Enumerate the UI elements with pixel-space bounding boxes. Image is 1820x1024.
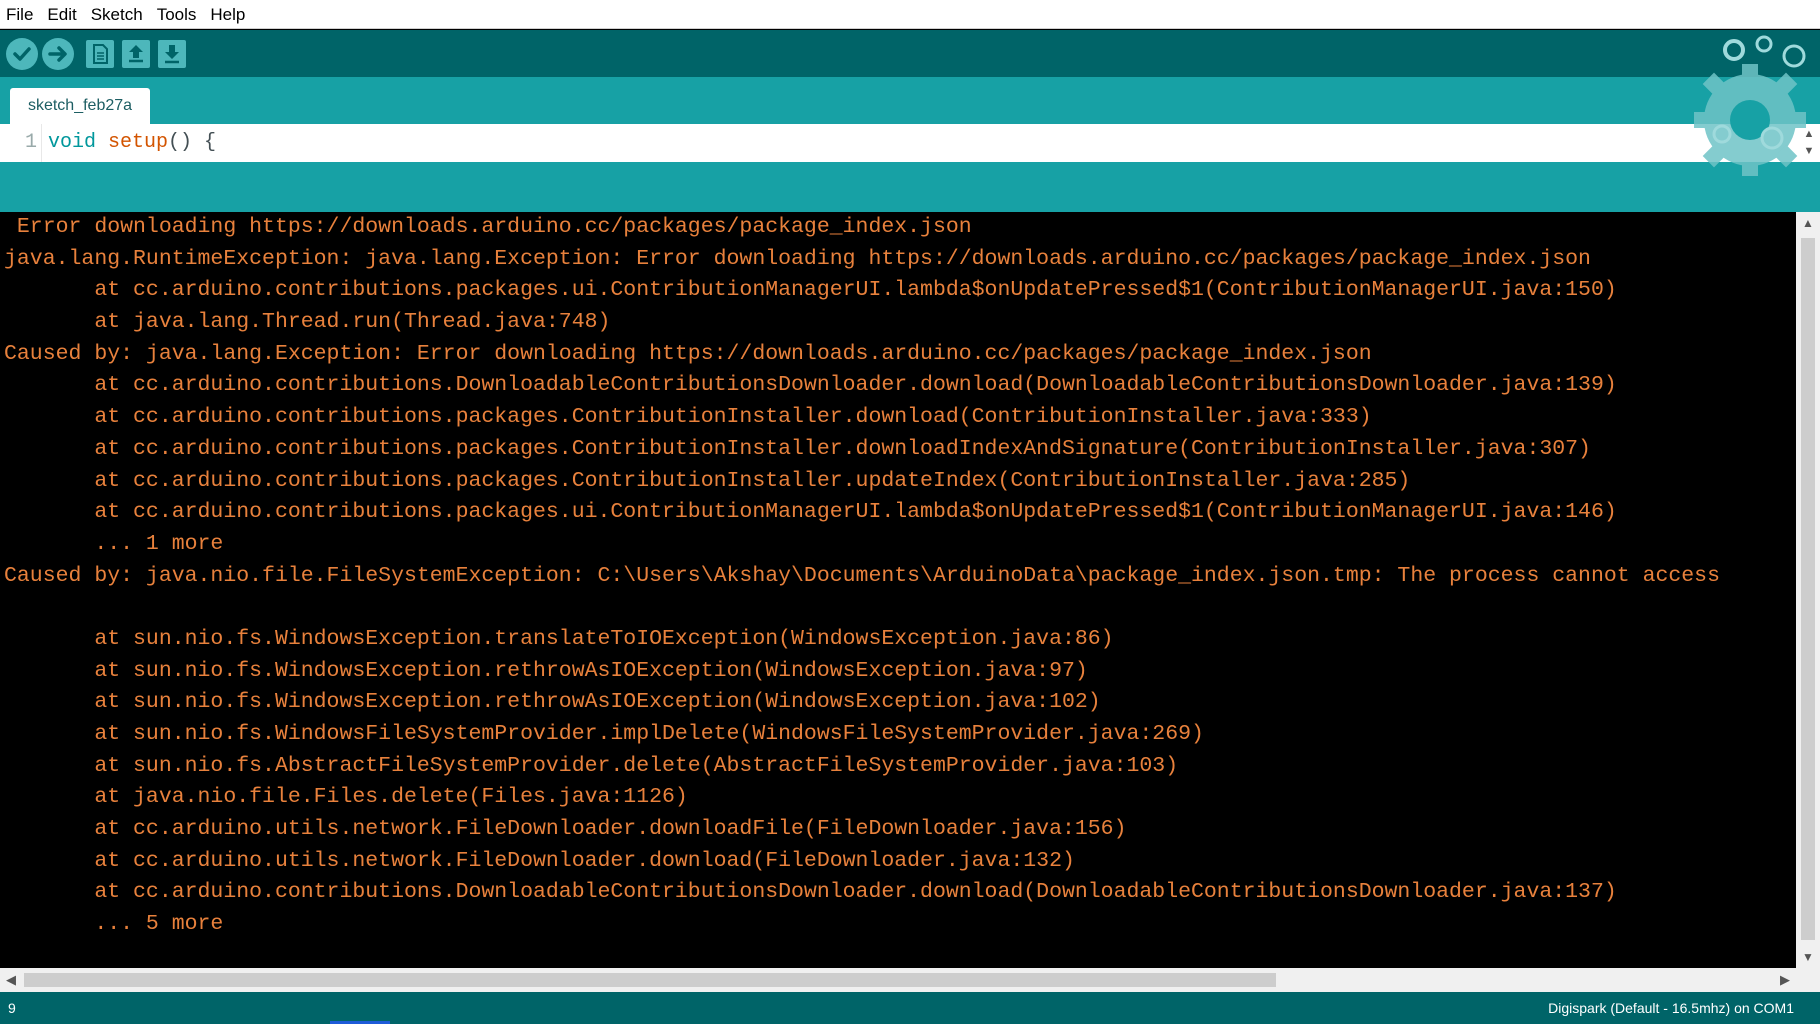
console-line: Error downloading https://downloads.ardu…	[4, 215, 972, 239]
console-line: at sun.nio.fs.WindowsException.translate…	[4, 626, 1114, 651]
console-line: java.lang.RuntimeException: java.lang.Ex…	[4, 246, 1591, 271]
console-line: at sun.nio.fs.WindowsException.rethrowAs…	[4, 658, 1088, 683]
upload-icon	[48, 46, 67, 62]
open-button[interactable]	[122, 40, 150, 68]
console-line: at sun.nio.fs.WindowsFileSystemProvider.…	[4, 722, 1204, 746]
console-line: at cc.arduino.contributions.packages.Con…	[4, 405, 1372, 430]
console-line: at cc.arduino.contributions.Downloadable…	[4, 373, 1617, 398]
line-number: 1	[0, 124, 42, 162]
console-line: at cc.arduino.contributions.Downloadable…	[4, 880, 1617, 905]
status-board-info: Digispark (Default - 16.5mhz) on COM1	[1548, 1000, 1794, 1016]
open-icon	[129, 45, 143, 63]
console-line: at cc.arduino.utils.network.FileDownload…	[4, 817, 1127, 842]
verify-button[interactable]	[6, 38, 38, 70]
console-output[interactable]: Error downloading https://downloads.ardu…	[0, 212, 1796, 968]
new-icon	[93, 44, 108, 64]
code-rest: () {	[168, 131, 217, 154]
menu-bar: File Edit Sketch Tools Help	[0, 0, 1820, 29]
toolbar	[0, 30, 1820, 77]
vertical-scroll-thumb[interactable]	[1801, 238, 1815, 940]
save-button[interactable]	[158, 40, 186, 68]
console-line: ... 1 more	[4, 531, 224, 556]
console-divider[interactable]	[0, 162, 1820, 212]
status-line-number: 9	[8, 1000, 16, 1016]
console-line: at cc.arduino.contributions.packages.ui.…	[4, 500, 1617, 525]
console-line: at java.lang.Thread.run(Thread.java:748)	[4, 310, 611, 335]
code-line[interactable]: void setup() {	[48, 124, 216, 162]
menu-sketch[interactable]: Sketch	[84, 0, 150, 29]
scroll-left-icon[interactable]: ◀	[0, 968, 22, 992]
arduino-gear-logo	[1686, 30, 1814, 190]
code-editor[interactable]: 1 void setup() { ▲ ▼	[0, 124, 1820, 162]
console-line: Caused by: java.nio.file.FileSystemExcep…	[4, 563, 1720, 588]
console-line: at cc.arduino.utils.network.FileDownload…	[4, 848, 1075, 873]
scroll-right-icon[interactable]: ▶	[1774, 968, 1796, 992]
tab-sketch[interactable]: sketch_feb27a	[10, 88, 150, 124]
console-line: Caused by: java.lang.Exception: Error do…	[4, 341, 1372, 366]
console-line: at java.nio.file.Files.delete(Files.java…	[4, 785, 688, 810]
tab-bar: sketch_feb27a	[0, 77, 1820, 124]
menu-file[interactable]: File	[0, 0, 40, 29]
console-line: ... 5 more	[4, 912, 224, 937]
verify-icon	[13, 47, 31, 61]
new-button[interactable]	[86, 40, 114, 68]
console-line: at cc.arduino.contributions.packages.Con…	[4, 468, 1411, 493]
console-line: at cc.arduino.contributions.packages.Con…	[4, 436, 1591, 461]
upload-button[interactable]	[42, 38, 74, 70]
horizontal-scroll-thumb[interactable]	[24, 973, 1276, 987]
menu-edit[interactable]: Edit	[40, 0, 83, 29]
save-icon	[165, 45, 179, 64]
code-type-keyword: void	[48, 131, 97, 154]
console-vertical-scrollbar[interactable]: ▲ ▼	[1796, 212, 1820, 968]
menu-help[interactable]: Help	[203, 0, 252, 29]
console-horizontal-scrollbar[interactable]: ◀ ▶	[0, 968, 1820, 992]
console-line: at cc.arduino.contributions.packages.ui.…	[4, 278, 1617, 303]
console-line: at sun.nio.fs.WindowsException.rethrowAs…	[4, 690, 1101, 715]
menu-tools[interactable]: Tools	[150, 0, 204, 29]
scroll-down-icon[interactable]: ▼	[1796, 946, 1820, 968]
status-bar: 9 Digispark (Default - 16.5mhz) on COM1	[0, 992, 1820, 1024]
console-line: at sun.nio.fs.AbstractFileSystemProvider…	[4, 753, 1179, 778]
code-function-name: setup	[108, 131, 169, 154]
scroll-up-icon[interactable]: ▲	[1796, 212, 1820, 234]
